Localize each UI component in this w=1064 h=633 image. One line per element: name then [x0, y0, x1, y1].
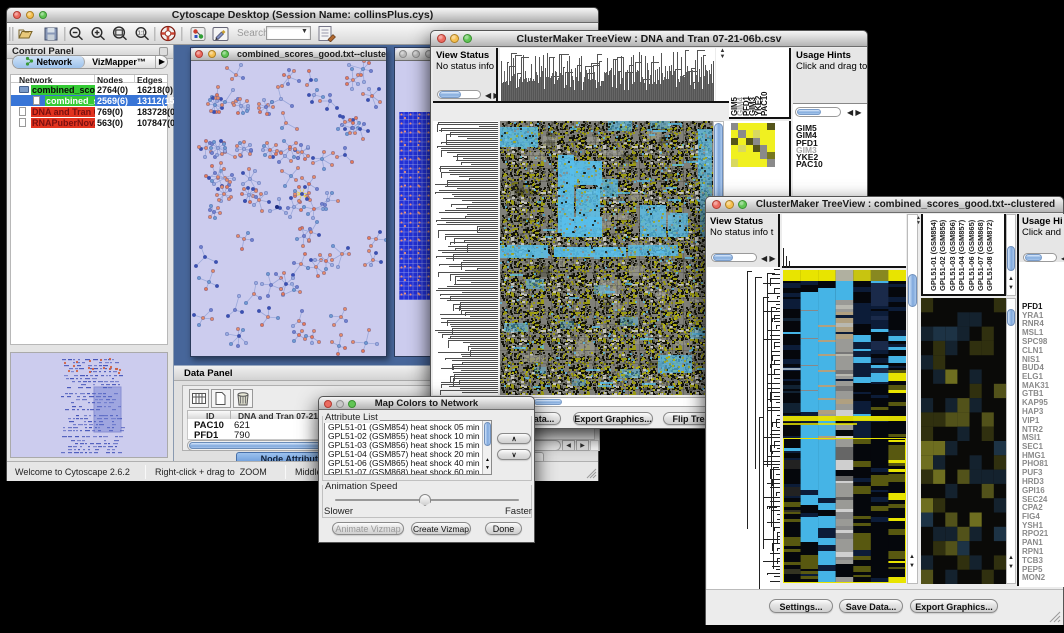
svg-text:1:1: 1:1	[138, 31, 146, 37]
